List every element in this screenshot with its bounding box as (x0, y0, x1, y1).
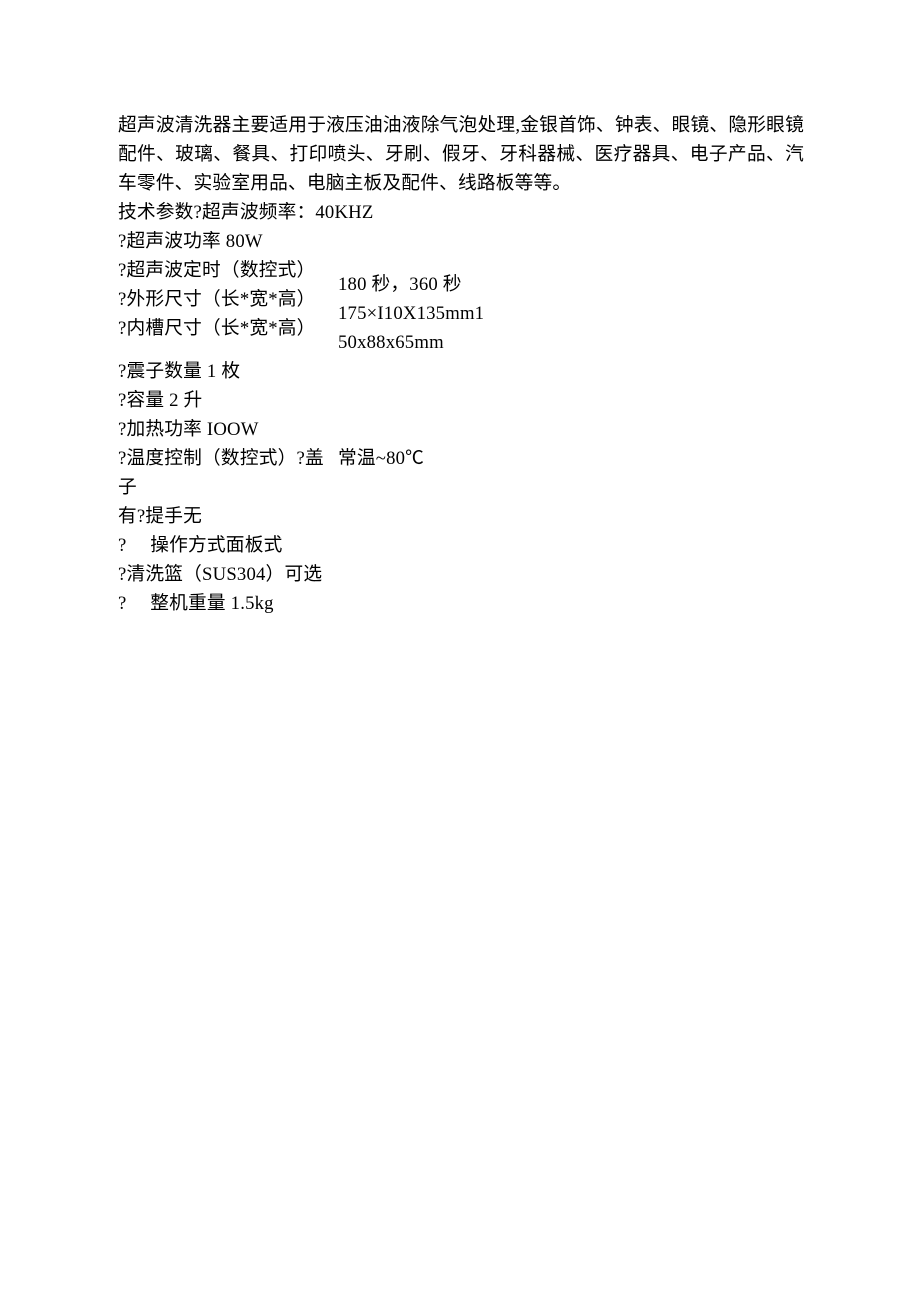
spec-block-left: ?超声波定时（数控式） ?外形尺寸（长*宽*高） ?内槽尺寸（长*宽*高） (118, 257, 338, 358)
spec-block-timer-dimensions: ?超声波定时（数控式） ?外形尺寸（长*宽*高） ?内槽尺寸（长*宽*高） 18… (118, 257, 804, 358)
spec-block-right: 180 秒，360 秒 175×I10X135mm1 50x88x65mm (338, 257, 484, 358)
spec-frequency: 技术参数?超声波频率：40KHZ (118, 199, 804, 228)
spec-weight: ? 整机重量 1.5kg (118, 590, 804, 619)
spec-vibration: ?震子数量 1 枚 (118, 358, 804, 387)
spec-capacity: ?容量 2 升 (118, 387, 804, 416)
spec-temperature-label-1: ?温度控制（数控式）?盖子 (118, 445, 338, 503)
intro-paragraph: 超声波清洗器主要适用于液压油油液除气泡处理,金银首饰、钟表、眼镜、隐形眼镜配件、… (118, 112, 804, 199)
spec-outer-dim-value: 175×I10X135mm1 (338, 300, 484, 329)
spec-temperature-left: ?温度控制（数控式）?盖子 有?提手无 (118, 445, 338, 532)
spec-temperature-label-2: 有?提手无 (118, 503, 338, 532)
spec-inner-dim-label: ?内槽尺寸（长*宽*高） (118, 315, 338, 344)
spec-power: ?超声波功率 80W (118, 228, 804, 257)
spec-heating: ?加热功率 IOOW (118, 416, 804, 445)
spec-timer-value: 180 秒，360 秒 (338, 271, 484, 300)
spec-outer-dim-label: ?外形尺寸（长*宽*高） (118, 286, 338, 315)
spec-inner-dim-value: 50x88x65mm (338, 329, 484, 358)
spec-basket: ?清洗篮（SUS304）可选 (118, 561, 804, 590)
spec-temperature-value: 常温~80℃ (338, 445, 424, 532)
spec-timer-label: ?超声波定时（数控式） (118, 257, 338, 286)
spec-operation: ? 操作方式面板式 (118, 532, 804, 561)
spec-temperature-row: ?温度控制（数控式）?盖子 有?提手无 常温~80℃ (118, 445, 804, 532)
